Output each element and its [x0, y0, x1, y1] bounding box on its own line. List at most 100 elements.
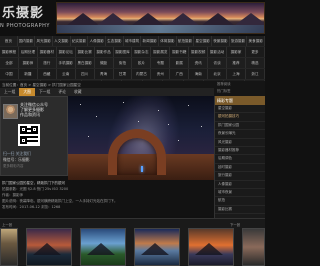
nav-link[interactable]: 新疆 — [19, 69, 38, 79]
nav-link[interactable]: 旅游摄影 — [230, 36, 248, 46]
nav-link[interactable]: 访谈 — [208, 58, 228, 68]
nav-link[interactable]: 摄影展览 — [151, 47, 171, 57]
nav-link[interactable]: 摄影视频 — [189, 47, 209, 57]
nav-link[interactable]: 纪实摄影 — [71, 36, 89, 46]
nav-link[interactable]: 美食摄影 — [247, 36, 265, 46]
nav-row: 全部 摄影师 旅行 手机摄影 黑白摄影 微距 街拍 胶片 专题 影展 资讯 访谈 推荐 精选 — [0, 58, 265, 69]
topic-link[interactable]: 夜景长曝光 — [215, 130, 265, 139]
album-tab[interactable]: 收藏 — [70, 88, 86, 96]
thumbnail[interactable] — [242, 228, 265, 266]
nav-link[interactable]: 摄影家 — [227, 47, 246, 57]
nav-link[interactable]: 更多 — [246, 47, 265, 57]
nav-link[interactable]: 星空摄影 — [194, 36, 213, 46]
nav-link[interactable]: 国内摄影 — [18, 36, 36, 46]
nav-link[interactable]: 全部 — [0, 58, 19, 68]
nav-link[interactable]: 甘肃 — [114, 69, 133, 79]
nav-link[interactable]: 后期处理 — [19, 47, 38, 57]
album-tab[interactable]: 评论 — [54, 88, 70, 96]
nav-link[interactable]: 青海 — [95, 69, 114, 79]
nav-link[interactable]: 摄影书籍 — [170, 47, 190, 57]
nav-link[interactable]: 浙江 — [246, 69, 265, 79]
topic-link[interactable]: 银河拍摄技巧 — [215, 113, 265, 122]
caption-line: 发布时间：2017-06-12 浏览：1268 — [2, 205, 61, 209]
album-tab[interactable]: 下一组 — [35, 88, 54, 96]
nav-link[interactable]: 人像摄影 — [88, 36, 107, 46]
header-banner-image — [56, 2, 265, 34]
nav-link[interactable]: 云南 — [57, 69, 76, 79]
qr-code-image — [18, 124, 40, 146]
nav-link[interactable]: 人文摄影 — [53, 36, 71, 46]
nav-link[interactable]: 上海 — [227, 69, 246, 79]
wechat-panel: 关注微信公众号 了解更多摄影 作品和资讯 扫一扫 关注我们 微信号：乐摄影 更多… — [0, 96, 68, 176]
nav-link[interactable]: 专题 — [151, 58, 171, 68]
nav-link[interactable]: 风光摄影 — [35, 36, 54, 46]
nav-link[interactable]: 街拍 — [114, 58, 133, 68]
topic-link[interactable]: 拱门国家公园 — [215, 122, 265, 131]
nav-link[interactable]: 城市建筑 — [124, 36, 142, 46]
nav-link[interactable]: 北京 — [208, 69, 228, 79]
topic-link[interactable]: 摄影比赛 — [215, 206, 265, 215]
nav-link[interactable]: 影展 — [170, 58, 190, 68]
nav-link[interactable]: 摄影论坛 — [57, 47, 76, 57]
nav-row: 中国 新疆 西藏 云南 四川 青海 甘肃 内蒙古 贵州 广西 海南 北京 上海 浙江 — [0, 69, 265, 80]
nav-link[interactable]: 摄影作品 — [95, 47, 114, 57]
nav-link[interactable]: 胶片 — [132, 58, 152, 68]
nav-link[interactable]: 摄影杂志 — [132, 47, 152, 57]
right-top-item[interactable]: 热门标签 — [217, 88, 265, 95]
nav-link[interactable]: 首页 — [0, 36, 18, 46]
nav-link[interactable]: 摄影器材 — [38, 47, 57, 57]
topic-link[interactable]: 城市夜景 — [215, 189, 265, 198]
nav-link[interactable]: 新闻摄影 — [141, 36, 160, 46]
thumbnail[interactable] — [134, 228, 180, 266]
nav-link[interactable]: 手机摄影 — [57, 58, 76, 68]
nav-link[interactable]: 摄影活动 — [208, 47, 228, 57]
nav-link[interactable]: 推荐 — [227, 58, 246, 68]
nav-link[interactable]: 广西 — [170, 69, 190, 79]
thumbnail[interactable] — [0, 228, 18, 266]
prev-thumb-label[interactable]: 上一张 — [2, 222, 12, 227]
topic-link[interactable]: 风光摄影 — [215, 139, 265, 148]
site-logo[interactable]: 乐摄影 N PHOTOGRAPHY — [0, 0, 56, 36]
right-top-item[interactable]: 推荐阅读 — [217, 81, 265, 88]
nav-link[interactable]: 精选 — [246, 58, 265, 68]
photo-caption: 拱门国家公园的星空，精致拱门下的银河 拍摄参数：光圈 f/2.8 快门 25s I… — [0, 180, 214, 216]
album-tab[interactable]: 大图 — [19, 88, 35, 96]
topic-sidebar-title: 精彩专题 — [215, 96, 265, 105]
topic-link[interactable]: 航拍 — [215, 197, 265, 206]
nav-link[interactable]: 摄影比赛 — [76, 47, 95, 57]
thumbnail[interactable] — [80, 228, 126, 266]
nav-link[interactable]: 摄影教程 — [0, 47, 19, 57]
next-thumb-label[interactable]: 下一张 — [230, 222, 240, 227]
nav-link[interactable]: 内蒙古 — [132, 69, 152, 79]
topic-sidebar: 精彩专题 星空摄影 银河拍摄技巧 拱门国家公园 夜景长曝光 风光摄影 摄影器材推荐 后期调色… — [214, 96, 265, 218]
topic-link[interactable]: 旅行摄影 — [215, 172, 265, 181]
nav-link[interactable]: 航拍摄影 — [177, 36, 195, 46]
nav-link[interactable]: 旅行 — [38, 58, 57, 68]
thumbnail[interactable] — [188, 228, 234, 266]
nav-link[interactable]: 夜景摄影 — [212, 36, 230, 46]
nav-link[interactable]: 体育摄影 — [159, 36, 177, 46]
nav-link[interactable]: 资讯 — [189, 58, 209, 68]
more-content-link[interactable]: 更多精彩内容 — [3, 163, 23, 168]
nav-link[interactable]: 海南 — [189, 69, 209, 79]
main-photo[interactable] — [68, 96, 214, 180]
nav-row: 首页 国内摄影 风光摄影 人文摄影 纪实摄影 人像摄影 生态摄影 城市建筑 新闻摄影 体育摄影 航拍… — [0, 36, 265, 47]
album-tab[interactable]: 上一组 — [0, 88, 19, 96]
nav-link[interactable]: 摄影师 — [19, 58, 38, 68]
topic-link[interactable]: 星空摄影 — [215, 105, 265, 114]
album-toolbar: 上一组 大图 下一组 评论 收藏 — [0, 88, 214, 96]
qr-text: 关注微信公众号 了解更多摄影 作品和资讯 — [20, 102, 48, 117]
topic-link[interactable]: 后期调色 — [215, 155, 265, 164]
nav-link[interactable]: 黑白摄影 — [76, 58, 95, 68]
nav-link[interactable]: 中国 — [0, 69, 19, 79]
nav-link[interactable]: 生态摄影 — [106, 36, 124, 46]
nav-link[interactable]: 四川 — [76, 69, 95, 79]
nav-link[interactable]: 摄影图库 — [114, 47, 133, 57]
nav-link[interactable]: 贵州 — [151, 69, 171, 79]
thumbnail[interactable] — [26, 228, 72, 266]
topic-link[interactable]: 摄影器材推荐 — [215, 147, 265, 156]
topic-link[interactable]: 人像摄影 — [215, 181, 265, 190]
nav-link[interactable]: 微距 — [95, 58, 114, 68]
nav-link[interactable]: 西藏 — [38, 69, 57, 79]
topic-link[interactable]: 延时摄影 — [215, 164, 265, 173]
